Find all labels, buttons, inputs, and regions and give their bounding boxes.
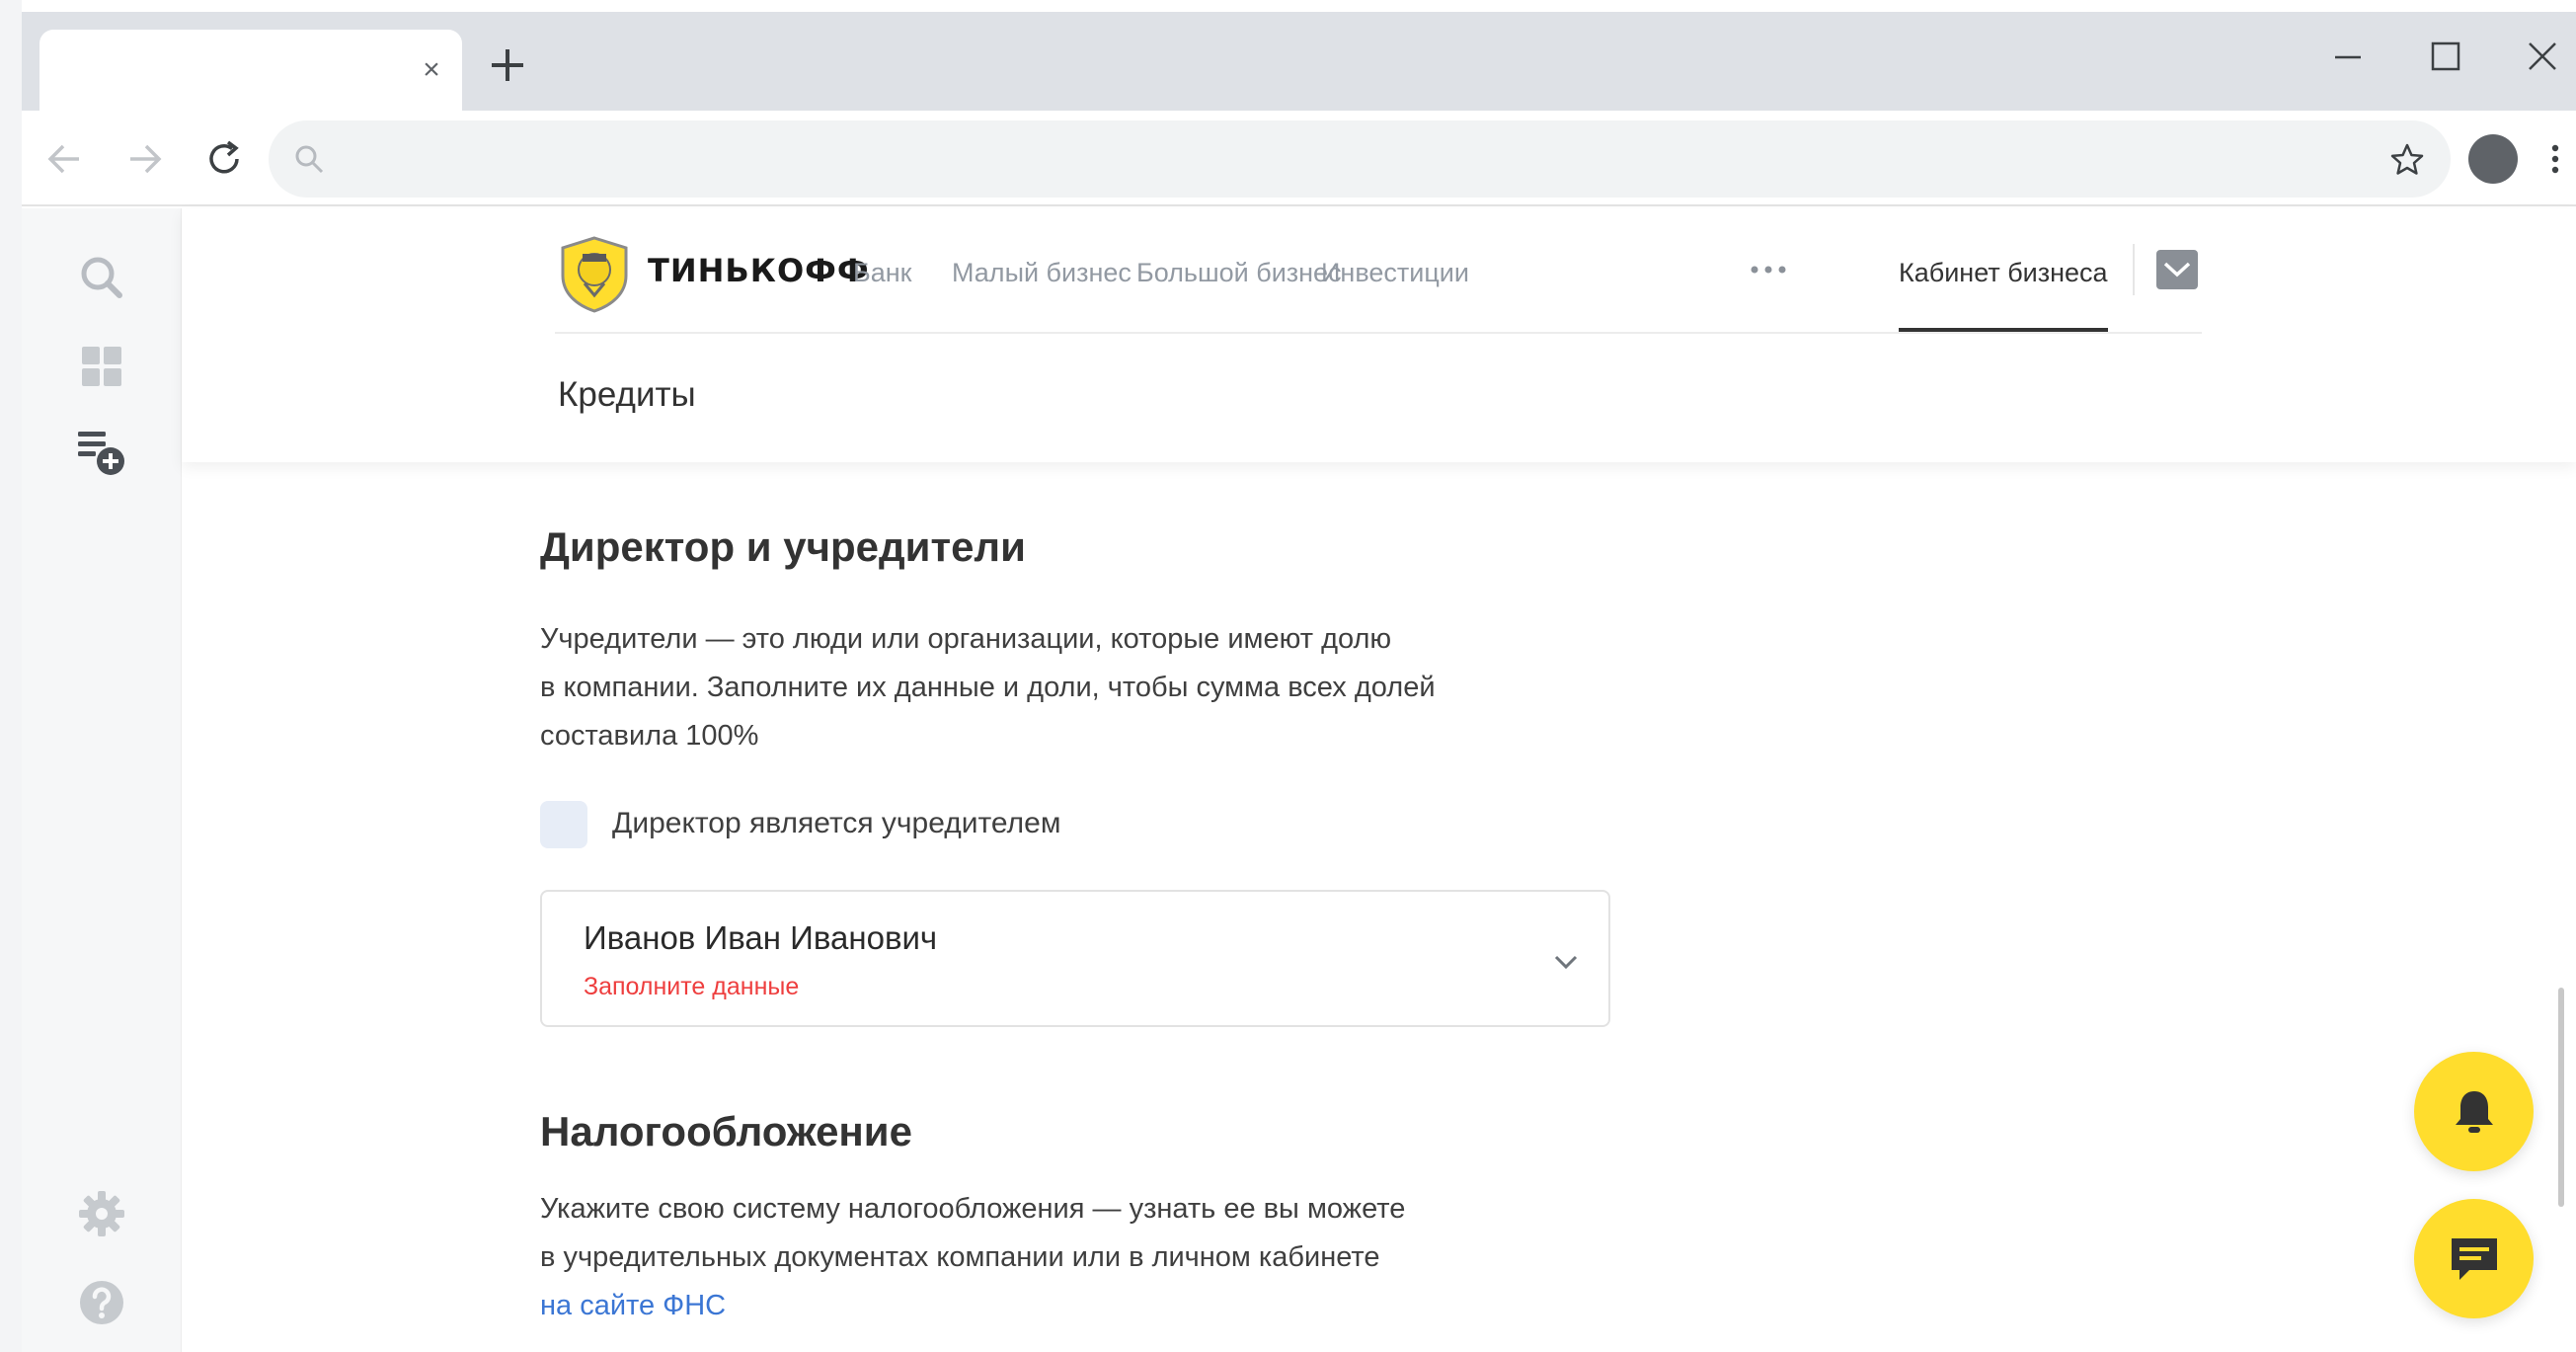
- director-is-founder-label[interactable]: Директор является учредителем: [612, 807, 1060, 840]
- back-icon[interactable]: [39, 134, 89, 184]
- chat-button[interactable]: [2414, 1199, 2534, 1318]
- brand-name: ТИНЬКОФФ: [648, 252, 870, 289]
- settings-icon[interactable]: [76, 1188, 127, 1239]
- founders-title: Директор и учредители: [540, 523, 1026, 570]
- profile-avatar[interactable]: [2468, 134, 2518, 184]
- founder-name: Иванов Иван Иванович: [584, 919, 938, 956]
- founders-description-line: в компании. Заполните их данные и доли, …: [540, 672, 1436, 703]
- app-sidebar: [22, 208, 182, 1352]
- bookmark-star-icon[interactable]: [2387, 140, 2427, 180]
- browser-toolbar: [22, 111, 2576, 206]
- founder-error: Заполните данные: [584, 973, 800, 1000]
- forward-icon[interactable]: [120, 134, 170, 184]
- page-header: ТИНЬКОФФ Банк Малый бизнес Большой бизне…: [182, 208, 2576, 462]
- founders-description-line: составила 100%: [540, 720, 759, 752]
- window-close-icon[interactable]: [2512, 28, 2571, 87]
- window-edge: [0, 0, 22, 1352]
- fns-link[interactable]: на сайте ФНС: [540, 1290, 726, 1321]
- notifications-button[interactable]: [2414, 1052, 2534, 1171]
- mail-icon[interactable]: [2156, 250, 2198, 289]
- reload-icon[interactable]: [199, 134, 249, 184]
- browser-tabstrip: ×: [22, 12, 2576, 111]
- search-icon: [295, 145, 324, 174]
- nav-large-business[interactable]: Большой бизнес: [1136, 258, 1342, 288]
- add-list-icon[interactable]: [76, 428, 127, 479]
- browser-menu-icon[interactable]: [2545, 134, 2565, 184]
- header-separator: [2133, 244, 2135, 295]
- chat-icon: [2452, 1238, 2497, 1280]
- nav-business-cabinet[interactable]: Кабинет бизнеса: [1899, 258, 2108, 288]
- tab-close-icon[interactable]: ×: [419, 55, 444, 85]
- address-bar[interactable]: [269, 120, 2451, 198]
- tinkoff-logo[interactable]: [555, 234, 634, 313]
- chevron-down-icon[interactable]: [1551, 947, 1581, 977]
- taxation-description: Укажите свою систему налогообложения — у…: [540, 1185, 1527, 1330]
- nav-bank[interactable]: Банк: [853, 258, 911, 288]
- bell-icon: [2456, 1091, 2493, 1133]
- dashboard-icon[interactable]: [76, 341, 127, 392]
- page-scrollbar[interactable]: [2558, 988, 2564, 1207]
- founders-description: Учредители — это люди или организации, к…: [540, 615, 1527, 760]
- director-is-founder-checkbox[interactable]: [540, 801, 587, 848]
- founders-description-line: Учредители — это люди или организации, к…: [540, 623, 1392, 655]
- more-icon[interactable]: [1747, 262, 1790, 278]
- screen: × ТИНЬКОФФ Банк Малый бизнес Большой биз…: [0, 0, 2576, 1352]
- new-tab-icon[interactable]: [478, 36, 537, 95]
- browser-tab[interactable]: ×: [39, 30, 462, 111]
- taxation-title: Налогообложение: [540, 1108, 912, 1154]
- help-icon[interactable]: [76, 1277, 127, 1328]
- nav-investments[interactable]: Инвестиции: [1321, 258, 1469, 288]
- header-divider: [555, 332, 2202, 334]
- breadcrumb[interactable]: Кредиты: [558, 375, 696, 415]
- nav-small-business[interactable]: Малый бизнес: [952, 258, 1132, 288]
- taxation-description-line: в учредительных документах компании или …: [540, 1241, 1380, 1273]
- maximize-icon[interactable]: [2415, 28, 2474, 87]
- founder-card[interactable]: Иванов Иван Иванович Заполните данные: [540, 890, 1610, 1027]
- minimize-icon[interactable]: [2317, 28, 2377, 87]
- taxation-description-line: Укажите свою систему налогообложения — у…: [540, 1193, 1406, 1225]
- search-icon[interactable]: [76, 252, 127, 303]
